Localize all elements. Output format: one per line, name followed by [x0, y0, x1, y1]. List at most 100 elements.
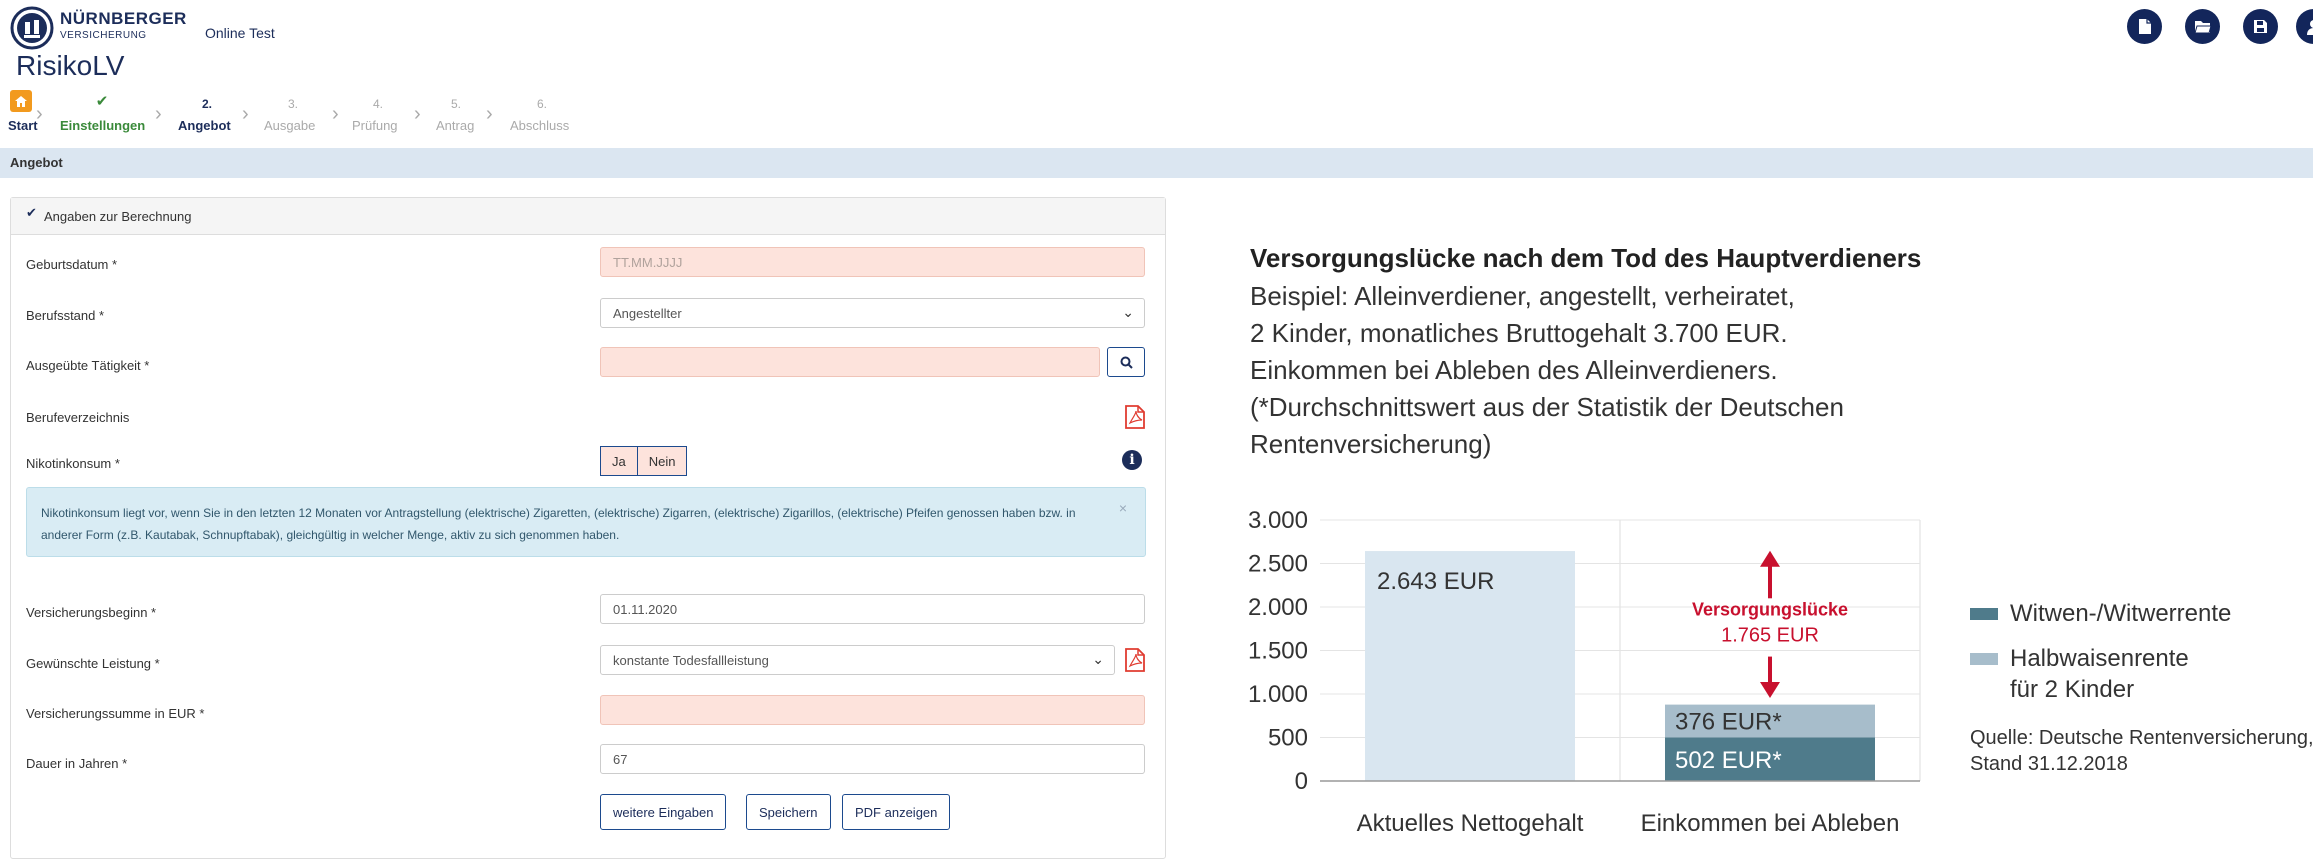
step-start-label[interactable]: Start — [8, 118, 38, 133]
y-tick-label: 2.000 — [1248, 594, 1308, 621]
step-separator-icon: › — [414, 103, 421, 126]
nuernberger-logo-icon — [10, 6, 54, 50]
chevron-down-icon: ✔ — [26, 205, 37, 221]
legend-swatch-widow — [1970, 608, 1998, 620]
step-6-number: 6. — [522, 97, 562, 111]
x-category-label: Aktuelles Nettogehalt — [1357, 810, 1584, 837]
close-icon[interactable]: × — [1119, 500, 1127, 516]
sum-insured-input[interactable] — [600, 695, 1145, 725]
step-separator-icon: › — [242, 103, 249, 126]
step-4-number: 4. — [358, 97, 398, 111]
app-title: RisikoLV — [16, 50, 124, 82]
infographic-line: Beispiel: Alleinverdiener, angestellt, v… — [1250, 281, 1795, 312]
step-angebot[interactable]: Angebot — [178, 118, 231, 133]
home-icon — [15, 96, 27, 107]
y-tick-label: 2.500 — [1248, 551, 1308, 578]
pdf-icon[interactable] — [1124, 648, 1146, 672]
infographic-line: Rentenversicherung) — [1250, 429, 1491, 460]
source-note: Quelle: Deutsche Rentenversicherung, — [1970, 727, 2313, 749]
legend-label: Witwen-/Witwerrente — [2010, 600, 2231, 627]
home-step-button[interactable] — [10, 90, 32, 112]
step-abschluss: Abschluss — [510, 118, 569, 133]
x-category-label: Einkommen bei Ableben — [1641, 810, 1900, 837]
birthdate-input[interactable]: TT.MM.JJJJ — [600, 247, 1145, 277]
step-1-check-icon: ✔ — [82, 92, 122, 110]
infographic-line: 2 Kinder, monatliches Bruttogehalt 3.700… — [1250, 318, 1788, 349]
insurance-start-label: Versicherungsbeginn * — [26, 605, 156, 620]
y-tick-label: 500 — [1268, 725, 1308, 752]
pdf-icon[interactable] — [1124, 405, 1146, 429]
search-icon — [1120, 356, 1133, 369]
income-gap-chart: 05001.0001.5002.0002.5003.0002.643 EUR37… — [1240, 495, 2313, 840]
duration-input[interactable]: 67 — [600, 744, 1145, 774]
insurance-start-input[interactable]: 01.11.2020 — [600, 594, 1145, 624]
panel-header[interactable]: ✔ Angaben zur Berechnung — [11, 198, 1165, 235]
y-tick-label: 1.000 — [1248, 681, 1308, 708]
activity-search-button[interactable] — [1107, 347, 1145, 377]
step-3-number: 3. — [273, 97, 313, 111]
step-pruefung: Prüfung — [352, 118, 398, 133]
y-tick-label: 1.500 — [1248, 638, 1308, 665]
infographic-line: Einkommen bei Ableben des Alleinverdiene… — [1250, 355, 1778, 386]
source-note: Stand 31.12.2018 — [1970, 753, 2128, 775]
legend-swatch-orphan — [1970, 653, 1998, 665]
nicotine-yes-button[interactable]: Ja — [600, 446, 638, 476]
open-folder-icon — [2194, 20, 2212, 34]
benefit-select[interactable]: konstante Todesfallleistung ⌄ — [600, 645, 1115, 675]
y-tick-label: 0 — [1295, 768, 1308, 795]
occupation-directory-label: Berufeverzeichnis — [26, 410, 129, 425]
activity-input[interactable] — [600, 347, 1100, 377]
nicotine-toggle: Ja Nein — [600, 446, 687, 476]
app-header: NÜRNBERGER VERSICHERUNG Online Test — [0, 0, 2313, 48]
benefit-value: konstante Todesfallleistung — [613, 653, 769, 668]
step-antrag: Antrag — [436, 118, 474, 133]
step-ausgabe: Ausgabe — [264, 118, 315, 133]
occupation-status-label: Berufsstand * — [26, 308, 104, 323]
bar-value-label: 2.643 EUR — [1377, 568, 1494, 595]
nicotine-no-button[interactable]: Nein — [638, 446, 688, 476]
chevron-down-icon: ⌄ — [1092, 651, 1104, 668]
panel-title: Angaben zur Berechnung — [44, 209, 191, 224]
duration-label: Dauer in Jahren * — [26, 756, 127, 771]
step-5-number: 5. — [436, 97, 476, 111]
user-icon — [2307, 19, 2313, 35]
step-separator-icon: › — [486, 103, 493, 126]
section-header: Angebot — [0, 148, 2313, 178]
more-inputs-button[interactable]: weitere Eingaben — [600, 794, 726, 830]
save-button[interactable]: Speichern — [746, 794, 831, 830]
open-button[interactable] — [2185, 9, 2220, 44]
legend-label: Halbwaisenrente — [2010, 645, 2189, 672]
save-icon — [2253, 19, 2268, 34]
section-title: Angebot — [10, 155, 63, 170]
nicotine-label: Nikotinkonsum * — [26, 456, 120, 471]
info-icon[interactable]: i — [1122, 450, 1142, 470]
infographic-title: Versorgungslücke nach dem Tod des Hauptv… — [1250, 243, 1921, 274]
arrow-down-icon — [1760, 682, 1780, 698]
new-document-button[interactable] — [2127, 9, 2162, 44]
nicotine-info-text: Nikotinkonsum liegt vor, wenn Sie in den… — [41, 502, 1101, 546]
activity-label: Ausgeübte Tätigkeit * — [26, 358, 149, 373]
nicotine-info-alert: Nikotinkonsum liegt vor, wenn Sie in den… — [26, 487, 1146, 557]
sum-insured-label: Versicherungssumme in EUR * — [26, 706, 204, 721]
arrow-up-icon — [1760, 551, 1780, 567]
step-2-number: 2. — [187, 97, 227, 111]
gap-label: Versorgungslücke — [1692, 600, 1848, 620]
occupation-status-value: Angestellter — [613, 306, 682, 321]
step-separator-icon: › — [36, 103, 43, 126]
gap-value: 1.765 EUR — [1721, 625, 1819, 647]
brand-name: NÜRNBERGER — [60, 9, 187, 29]
new-document-icon — [2138, 18, 2152, 35]
legend-label: für 2 Kinder — [2010, 676, 2134, 703]
step-separator-icon: › — [332, 103, 339, 126]
infographic-line: (*Durchschnittswert aus der Statistik de… — [1250, 392, 1844, 423]
benefit-label: Gewünschte Leistung * — [26, 656, 160, 671]
save-header-button[interactable] — [2243, 9, 2278, 44]
show-pdf-button[interactable]: PDF anzeigen — [842, 794, 950, 830]
bar-value-label: 502 EUR* — [1675, 747, 1782, 774]
step-einstellungen[interactable]: Einstellungen — [60, 118, 145, 133]
occupation-status-select[interactable]: Angestellter ⌄ — [600, 298, 1145, 328]
user-button[interactable] — [2296, 9, 2313, 44]
birthdate-label: Geburtsdatum * — [26, 257, 117, 272]
step-separator-icon: › — [155, 103, 162, 126]
y-tick-label: 3.000 — [1248, 507, 1308, 534]
